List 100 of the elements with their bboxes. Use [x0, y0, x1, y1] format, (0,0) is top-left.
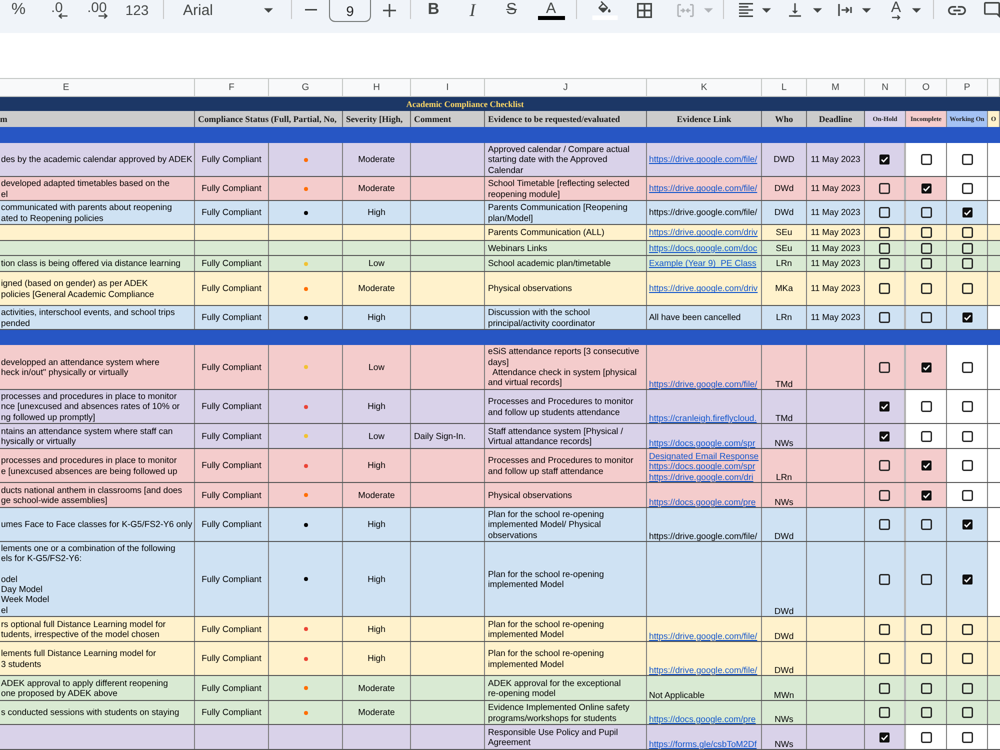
checkbox[interactable] [879, 312, 890, 323]
checkbox[interactable] [879, 707, 890, 718]
checkbox[interactable] [879, 574, 890, 584]
evidence-link[interactable]: https://drive.google.com/file/ [649, 630, 758, 641]
checkbox[interactable] [962, 732, 972, 742]
checkbox[interactable] [920, 490, 932, 500]
text-rotation-button[interactable]: A [876, 0, 927, 20]
checkbox[interactable] [920, 401, 932, 412]
checkbox[interactable] [879, 732, 890, 742]
checkbox[interactable] [962, 682, 972, 694]
evidence-link[interactable]: https://drive.google.com/file/ [649, 664, 758, 675]
checkbox[interactable] [962, 490, 972, 500]
increase-decimal-button[interactable]: .00 [77, 0, 117, 20]
evidence-link[interactable]: https://docs.google.com/doc [649, 242, 758, 254]
evidence-link[interactable]: Example (Year 9) PE Class [649, 258, 756, 269]
checkbox[interactable] [879, 242, 890, 254]
checkbox[interactable] [920, 227, 932, 238]
evidence-link[interactable]: https://drive.google.com/file/ [649, 378, 758, 389]
checkbox[interactable] [962, 183, 972, 194]
column-header[interactable]: F [195, 79, 269, 96]
checkbox[interactable] [879, 401, 890, 412]
font-size-field[interactable]: 9 [329, 0, 371, 22]
checkbox[interactable] [962, 227, 972, 238]
number-format-button[interactable]: 123 [117, 0, 157, 20]
evidence-link[interactable]: https://docs.google.com/pre [649, 714, 756, 724]
column-header[interactable]: I [411, 79, 485, 96]
column-header[interactable]: P [947, 79, 988, 96]
checkbox[interactable] [920, 519, 932, 530]
checkbox[interactable] [879, 362, 890, 372]
checkbox[interactable] [879, 624, 890, 634]
checkbox[interactable] [920, 312, 932, 323]
font-dropdown[interactable]: Arial [170, 0, 284, 20]
checkbox[interactable] [962, 430, 972, 442]
checkbox[interactable] [962, 653, 972, 664]
checkbox[interactable] [879, 183, 890, 194]
checkbox[interactable] [962, 401, 972, 412]
checkbox[interactable] [962, 362, 972, 372]
percent-format-button[interactable]: % [0, 0, 37, 20]
evidence-link[interactable]: https://docs.google.com/pre [649, 496, 756, 507]
evidence-link[interactable]: https://drive.google.com/file/ [649, 154, 758, 165]
checkbox[interactable] [920, 207, 932, 218]
bold-button[interactable]: B [414, 0, 453, 20]
checkbox[interactable] [920, 624, 932, 634]
column-header[interactable]: M [807, 79, 865, 96]
checkbox[interactable] [920, 362, 932, 372]
checkbox[interactable] [879, 154, 890, 165]
checkbox[interactable] [962, 460, 972, 471]
column-header[interactable]: G [269, 79, 343, 96]
evidence-link[interactable]: https://drive.google.com/driv [649, 227, 758, 238]
checkbox[interactable] [962, 624, 972, 634]
column-header[interactable]: L [762, 79, 807, 96]
checkbox[interactable] [962, 207, 972, 218]
column-header[interactable]: E [0, 79, 195, 96]
evidence-link[interactable]: https://drive.google.com/dri [649, 472, 754, 482]
checkbox[interactable] [920, 707, 932, 718]
checkbox[interactable] [879, 460, 890, 471]
column-header[interactable]: N [865, 79, 906, 96]
checkbox[interactable] [962, 258, 972, 269]
checkbox[interactable] [920, 430, 932, 442]
checkbox[interactable] [879, 519, 890, 530]
checkbox[interactable] [962, 154, 972, 165]
checkbox[interactable] [962, 242, 972, 254]
checkbox[interactable] [879, 682, 890, 694]
checkbox[interactable] [962, 283, 972, 294]
column-header[interactable]: O [906, 79, 947, 96]
evidence-link[interactable]: https://cranleigh.fireflycloud. [649, 412, 757, 423]
checkbox[interactable] [920, 682, 932, 694]
checkbox[interactable] [962, 707, 972, 718]
checkbox[interactable] [920, 574, 932, 584]
evidence-link[interactable]: https://drive.google.com/driv [649, 283, 758, 294]
checkbox[interactable] [920, 460, 932, 471]
strikethrough-button[interactable]: S [492, 0, 531, 20]
checkbox[interactable] [962, 312, 972, 323]
checkbox[interactable] [879, 207, 890, 218]
checkbox[interactable] [879, 258, 890, 269]
evidence-link[interactable]: https://docs.google.com/spr [649, 438, 756, 448]
checkbox[interactable] [920, 242, 932, 254]
column-header[interactable]: J [485, 79, 647, 96]
evidence-link[interactable]: https://docs.google.com/spr [649, 461, 756, 472]
checkbox[interactable] [920, 154, 932, 165]
checkbox[interactable] [920, 258, 932, 269]
checkbox[interactable] [962, 574, 972, 584]
text-color-button[interactable]: A [531, 0, 571, 20]
evidence-link[interactable]: Designated Email Response [649, 451, 759, 462]
checkbox[interactable] [920, 732, 932, 742]
column-header[interactable]: H [343, 79, 411, 96]
checkbox[interactable] [920, 283, 932, 294]
checkbox[interactable] [879, 283, 890, 294]
checkbox[interactable] [879, 430, 890, 442]
checkbox[interactable] [879, 227, 890, 238]
checkbox[interactable] [920, 653, 932, 664]
decrease-decimal-button[interactable]: .0 [37, 0, 77, 20]
checkbox[interactable] [879, 490, 890, 500]
checkbox[interactable] [879, 653, 890, 664]
column-header[interactable]: K [647, 79, 762, 96]
italic-button[interactable]: I [453, 0, 492, 20]
evidence-link[interactable]: https://drive.google.com/file/ [649, 183, 758, 194]
checkbox[interactable] [920, 183, 932, 194]
evidence-link[interactable]: https://forms.gle/csbToM2Df [649, 738, 757, 749]
checkbox[interactable] [962, 519, 972, 530]
